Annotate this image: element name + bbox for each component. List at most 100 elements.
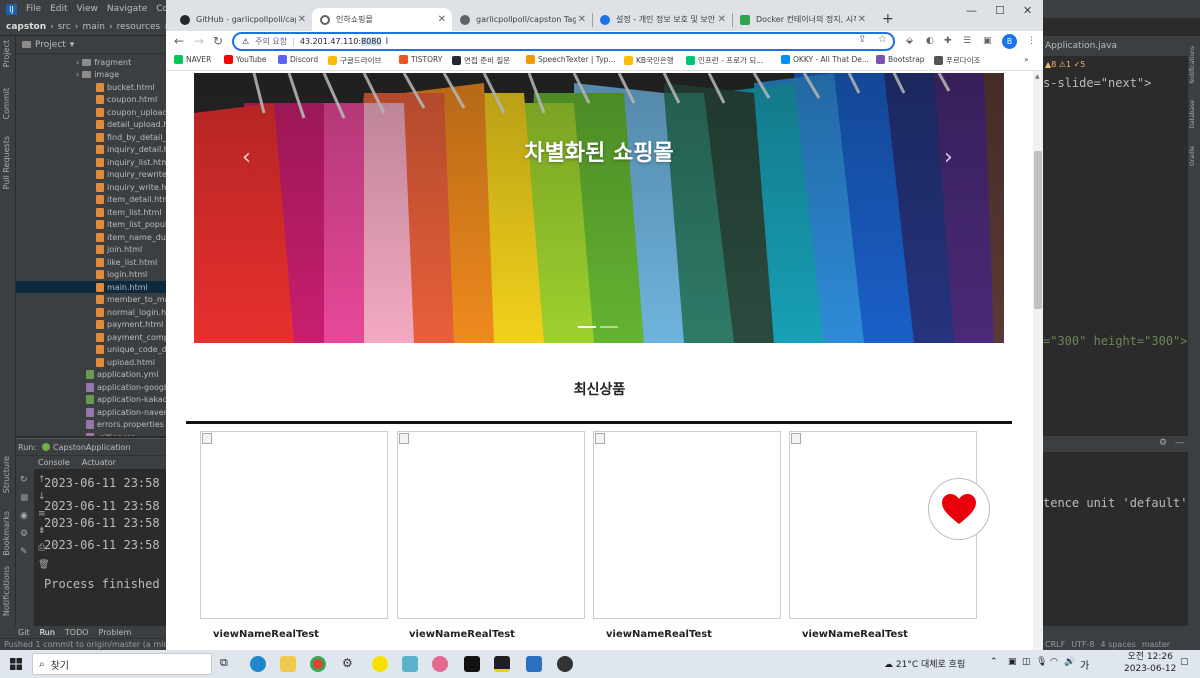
bookmark-star-icon[interactable]: ☆ <box>878 34 887 45</box>
minimize-icon[interactable]: — <box>1175 438 1184 448</box>
carousel-next-icon[interactable]: › <box>944 145 953 170</box>
tree-item[interactable]: item_detail.html <box>96 194 166 206</box>
app-icon[interactable] <box>402 656 418 672</box>
tree-item[interactable]: coupon.html <box>96 94 157 106</box>
tree-item[interactable]: item_list_popular.htm <box>96 219 166 231</box>
breadcrumb-item[interactable]: src <box>58 22 71 32</box>
status-branch[interactable]: master <box>1142 640 1170 649</box>
window-close-icon[interactable]: ✕ <box>1023 4 1032 17</box>
bookmark-item[interactable]: YouTube <box>224 55 267 64</box>
scroll-up-arrow-icon[interactable]: ▲ <box>1035 73 1040 80</box>
breadcrumb-item[interactable]: main <box>82 22 105 32</box>
menu-view[interactable]: View <box>77 4 98 14</box>
tree-item[interactable]: detail_upload.html <box>96 119 166 131</box>
tree-item[interactable]: .gitignore <box>86 431 135 436</box>
ime-indicator[interactable]: 가 <box>1080 657 1089 672</box>
vtab-commit[interactable]: Commit <box>2 88 14 119</box>
carousel-indicator[interactable] <box>578 326 596 328</box>
trash-icon[interactable]: 🗑 <box>38 560 49 570</box>
breadcrumb-item[interactable]: resources <box>117 22 161 32</box>
product-name[interactable]: viewNameRealTest <box>213 629 319 640</box>
bookmark-item[interactable]: Bootstrap <box>876 55 925 64</box>
chevron-right-icon[interactable]: › <box>76 70 79 79</box>
sticky-notes-icon[interactable] <box>494 656 510 672</box>
bookmark-item[interactable]: OKKY - All That De... <box>781 55 869 64</box>
editor-tab[interactable]: Application.java <box>1045 41 1117 51</box>
bookmark-item[interactable]: KB국민은행 <box>624 55 674 66</box>
like-button[interactable] <box>928 478 990 540</box>
bottom-tab-git[interactable]: Git <box>18 628 30 637</box>
tree-item[interactable]: application-google.prop <box>86 381 166 393</box>
kebab-menu-icon[interactable]: ⋮ <box>1027 36 1036 46</box>
close-icon[interactable]: ✕ <box>718 14 726 25</box>
tree-item[interactable]: login.html <box>96 269 147 281</box>
bottom-tab-run[interactable]: Run <box>40 628 55 637</box>
profile-avatar[interactable]: B <box>1002 34 1017 49</box>
hero-carousel[interactable]: 차별화된 쇼핑몰 ‹ › <box>194 73 1004 343</box>
carousel-prev-icon[interactable]: ‹ <box>242 145 251 170</box>
vtab-project[interactable]: Project <box>2 40 14 67</box>
not-secure-icon[interactable]: ⚠ <box>242 37 249 46</box>
tree-item[interactable]: inquiry_write.html <box>96 181 166 193</box>
reading-list-icon[interactable]: ☰ <box>963 36 971 46</box>
tab-actuator[interactable]: Actuator <box>82 458 116 467</box>
product-image[interactable] <box>593 431 781 619</box>
run-config-tab[interactable]: CapstonApplication <box>42 443 131 452</box>
bookmark-item[interactable]: Discord <box>278 55 318 64</box>
clock[interactable]: 오전 12:26 2023-06-12 <box>1124 651 1176 675</box>
tree-item[interactable]: normal_login.html <box>96 306 166 318</box>
tree-item[interactable]: unique_code_duplic <box>96 344 166 356</box>
windows-start-icon[interactable] <box>10 658 22 670</box>
vtab-pull-requests[interactable]: Pull Requests <box>2 136 14 189</box>
tree-item[interactable]: errors.properties <box>86 419 164 431</box>
gear-icon[interactable]: ⚙ <box>1159 438 1167 448</box>
microphone-icon[interactable]: 🎙 <box>1036 657 1047 667</box>
window-minimize-icon[interactable]: — <box>966 4 977 17</box>
close-icon[interactable]: ✕ <box>438 14 446 25</box>
tree-item[interactable]: item_name_duplicat <box>96 231 166 243</box>
product-name[interactable]: viewNameRealTest <box>802 629 908 640</box>
bookmark-item[interactable]: 구글드라이브 <box>328 55 381 66</box>
extension-icon[interactable]: ⬙ <box>906 36 913 46</box>
tray-network-icon[interactable]: ◫ <box>1022 657 1031 667</box>
back-icon[interactable]: ← <box>174 34 184 48</box>
product-image[interactable] <box>397 431 585 619</box>
task-view-icon[interactable]: ⧉ <box>220 656 236 672</box>
camera-icon[interactable]: ◉ <box>20 511 28 521</box>
vtab-bookmarks[interactable]: Bookmarks <box>2 511 14 556</box>
bottom-tab-problems[interactable]: Problem <box>99 628 132 637</box>
github-desktop-icon[interactable] <box>557 656 573 672</box>
tree-item[interactable]: upload.html <box>96 356 155 368</box>
bottom-tab-todo[interactable]: TODO <box>65 628 89 637</box>
bookmark-item[interactable]: NAVER <box>174 55 211 64</box>
status-encoding[interactable]: UTF-8 <box>1071 640 1094 649</box>
tree-item[interactable]: inquiry_rewrite.html <box>96 169 166 181</box>
status-line-ending[interactable]: CRLF <box>1045 640 1065 649</box>
new-tab-button[interactable]: + <box>882 11 894 27</box>
project-panel-title[interactable]: Project <box>35 40 66 50</box>
window-maximize-icon[interactable]: ☐ <box>995 4 1005 17</box>
browser-tab-active[interactable]: 인하쇼핑몰 ✕ <box>312 8 452 31</box>
intellij-icon[interactable] <box>464 656 480 672</box>
share-icon[interactable]: ⇪ <box>858 34 866 45</box>
side-panel-icon[interactable]: ▣ <box>983 36 992 46</box>
breadcrumb-item[interactable]: capston <box>6 22 46 32</box>
forward-icon[interactable]: → <box>194 34 204 48</box>
puzzle-icon[interactable]: ✚ <box>944 36 952 46</box>
product-image[interactable] <box>200 431 388 619</box>
menu-file[interactable]: File <box>26 4 41 14</box>
tree-item[interactable]: application-naver.prope <box>86 406 166 418</box>
reload-icon[interactable]: ↻ <box>213 34 223 48</box>
file-explorer-icon[interactable] <box>280 656 296 672</box>
tree-item[interactable]: payment_complete.h <box>96 331 166 343</box>
tree-item[interactable]: › fragment <box>76 56 131 68</box>
kakaotalk-icon[interactable] <box>372 656 388 672</box>
vtab-notifications[interactable]: Notifications <box>2 566 14 616</box>
tray-chevron-icon[interactable]: ⌃ <box>990 657 998 667</box>
settings-icon[interactable]: ⚙ <box>20 529 28 539</box>
browser-tab[interactable]: 설정 - 개인 정보 보호 및 보안 ✕ <box>592 8 732 31</box>
menu-edit[interactable]: Edit <box>50 4 67 14</box>
chevron-right-icon[interactable]: › <box>76 58 79 67</box>
settings-icon[interactable]: ⚙ <box>342 656 358 672</box>
vtab-gradle[interactable]: Gradle <box>1189 146 1200 166</box>
